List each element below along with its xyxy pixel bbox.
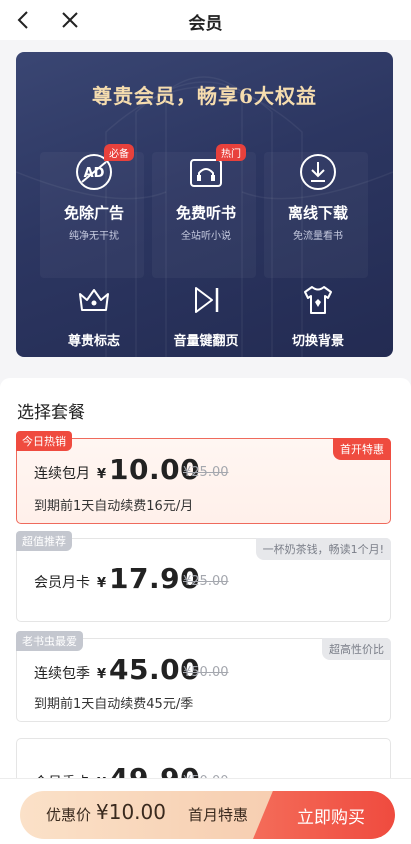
plan-card-monthly-auto[interactable]: 今日热销 首开特惠 连续包月 ¥ 10.00 ¥25.00 到期前1天自动续费1… [16, 431, 391, 524]
discount-price-amount: ¥10.00 [96, 800, 166, 824]
plan-right-tag: 首开特惠 [333, 438, 391, 460]
perk-free-audiobook: 热门 免费听书 全站听小说 [150, 144, 262, 242]
plan-original-price: ¥25.00 [183, 574, 229, 589]
discount-price-label: 优惠价 [46, 806, 92, 824]
tshirt-icon [304, 286, 332, 314]
page-title: 会员 [188, 14, 223, 34]
plan-original-price: ¥25.00 [183, 465, 229, 480]
plan-left-tag: 超值推荐 [16, 531, 72, 551]
perk-subtitle: 纯净无干扰 [69, 231, 119, 242]
purchase-pill: 优惠价 ¥10.00 首月特惠 立即购买 [20, 791, 395, 839]
membership-benefits-banner: 尊贵会员，畅享6大权益 AD 必备 免除广告 纯净无干扰 热门 免费听书 全站听… [16, 52, 393, 357]
perk-name: 音量键翻页 [173, 334, 239, 349]
plan-card-monthly[interactable]: 超值推荐 一杯奶茶钱，畅读1个月! 会员月卡 ¥ 17.90 ¥25.00 [16, 531, 391, 622]
perk-no-ads: AD 必备 免除广告 纯净无干扰 [38, 144, 150, 242]
perk-vip-badge: 尊贵标志 [38, 280, 150, 349]
perk-name: 切换背景 [291, 334, 344, 349]
perk-name: 免除广告 [63, 204, 124, 222]
promo-text: 首月特惠 [188, 806, 249, 824]
perk-offline-download: 离线下载 免流量看书 [262, 152, 374, 242]
plan-right-tag: 一杯奶茶钱，畅读1个月! [255, 538, 391, 560]
plan-right-tag: 超高性价比 [322, 638, 391, 660]
plan-name: 会员月卡 [34, 575, 90, 591]
plan-card-quarterly-auto[interactable]: 老书虫最爱 超高性价比 连续包季 ¥ 45.00 ¥50.00 到期前1天自动续… [16, 631, 391, 722]
page-turn-icon [195, 287, 219, 313]
perk-subtitle: 全站听小说 [181, 231, 231, 242]
crown-icon [79, 289, 109, 311]
plan-selection-section: 选择套餐 今日热销 首开特惠 连续包月 ¥ 10.00 ¥25.00 到期前1天… [0, 378, 411, 844]
plan-left-tag: 老书虫最爱 [16, 631, 83, 651]
plan-section-heading: 选择套餐 [17, 403, 85, 423]
perk-subtitle: 免流量看书 [293, 231, 343, 242]
perk-name: 尊贵标志 [67, 334, 120, 349]
perk-tag-badge: 必备 [104, 144, 134, 161]
perk-tag-badge: 热门 [216, 144, 246, 161]
plan-currency: ¥ [97, 576, 107, 591]
plan-name: 连续包季 [34, 666, 90, 682]
buy-now-button[interactable]: 立即购买 [253, 791, 395, 839]
plan-renewal-note: 到期前1天自动续费45元/季 [34, 697, 194, 712]
perk-name: 离线下载 [287, 204, 348, 222]
bottom-purchase-bar: 优惠价 ¥10.00 首月特惠 立即购买 [0, 778, 411, 844]
download-icon [300, 154, 336, 190]
buy-now-label: 立即购买 [297, 808, 365, 828]
banner-headline: 尊贵会员，畅享6大权益 [92, 84, 317, 108]
plan-renewal-note: 到期前1天自动续费16元/月 [34, 499, 194, 514]
plan-currency: ¥ [97, 467, 107, 482]
perk-switch-background: 切换背景 [262, 280, 374, 349]
plan-left-tag: 今日热销 [16, 431, 72, 451]
plan-original-price: ¥50.00 [183, 665, 229, 680]
perk-name: 免费听书 [175, 204, 236, 222]
plan-name: 连续包月 [34, 466, 90, 482]
plan-currency: ¥ [97, 667, 107, 682]
top-bar: 会员 [0, 0, 411, 40]
perk-volume-page-turn: 音量键翻页 [150, 280, 262, 349]
